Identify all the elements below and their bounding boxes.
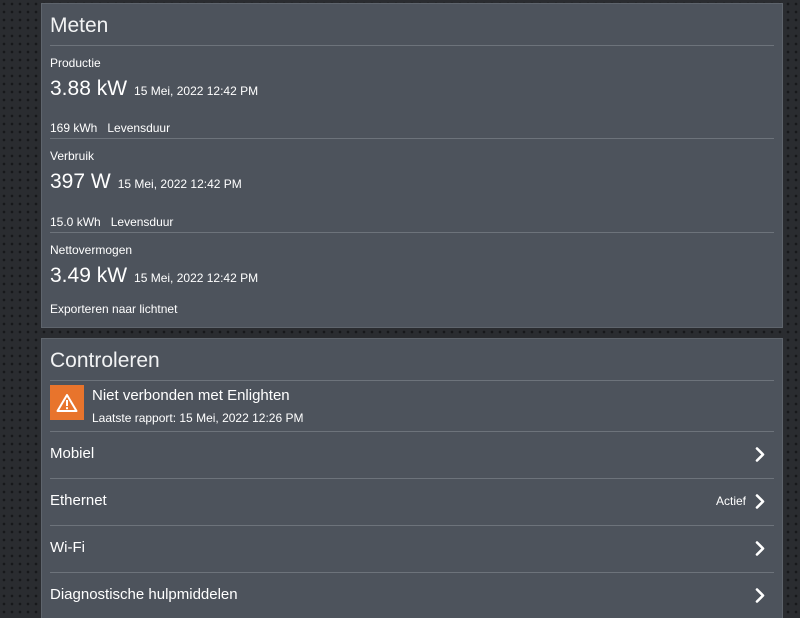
- nav-item-label: Diagnostische hulpmiddelen: [50, 586, 238, 603]
- verbruik-lifetime: 15.0 kWh Levensduur: [50, 215, 173, 229]
- nav-item-mobiel[interactable]: Mobiel: [50, 432, 774, 478]
- nav-item-label: Ethernet: [50, 492, 107, 509]
- divider: [50, 232, 774, 233]
- meten-title: Meten: [50, 14, 109, 37]
- netto-reading: 3.49 kW 15 Mei, 2022 12:42 PM: [50, 264, 258, 288]
- productie-timestamp: 15 Mei, 2022 12:42 PM: [134, 84, 259, 98]
- chevron-right-icon: [755, 541, 765, 556]
- controleren-title: Controleren: [50, 349, 160, 372]
- productie-lifetime-value: 169 kWh: [50, 121, 98, 135]
- verbruik-label: Verbruik: [50, 149, 95, 163]
- productie-value: 3.88 kW: [50, 77, 128, 100]
- netto-timestamp: 15 Mei, 2022 12:42 PM: [134, 271, 259, 285]
- verbruik-lifetime-label: Levensduur: [110, 215, 174, 229]
- nav-item-status: Actief: [715, 494, 746, 508]
- verbruik-value: 397 W: [50, 170, 111, 193]
- nav-item-wifi[interactable]: Wi-Fi: [50, 526, 774, 572]
- verbruik-lifetime-value: 15.0 kWh: [50, 215, 101, 229]
- netto-value: 3.49 kW: [50, 264, 128, 287]
- warning-subtitle: Laatste rapport: 15 Mei, 2022 12:26 PM: [92, 411, 304, 425]
- netto-status: Exporteren naar lichtnet: [50, 302, 178, 316]
- productie-lifetime-label: Levensduur: [107, 121, 171, 135]
- divider: [50, 380, 774, 381]
- verbruik-timestamp: 15 Mei, 2022 12:42 PM: [117, 177, 242, 191]
- nav-item-diagnostische-hulpmiddelen[interactable]: Diagnostische hulpmiddelen: [50, 573, 774, 618]
- divider: [50, 138, 774, 139]
- productie-lifetime: 169 kWh Levensduur: [50, 121, 170, 135]
- nav-item-label: Mobiel: [50, 445, 95, 462]
- productie-label: Productie: [50, 56, 101, 70]
- controleren-panel: Controleren Niet verbonden met Enlighten…: [41, 338, 783, 618]
- netto-label: Nettovermogen: [50, 243, 133, 257]
- nav-item-ethernet[interactable]: Ethernet Actief: [50, 479, 774, 525]
- chevron-right-icon: [755, 588, 765, 603]
- divider: [50, 45, 774, 46]
- warning-triangle-icon: [56, 393, 78, 412]
- nav-item-label: Wi-Fi: [50, 539, 85, 556]
- warning-badge: [50, 385, 84, 420]
- verbruik-reading: 397 W 15 Mei, 2022 12:42 PM: [50, 170, 242, 194]
- warning-title: Niet verbonden met Enlighten: [92, 387, 290, 404]
- chevron-right-icon: [755, 447, 765, 462]
- meten-panel: Meten Productie 3.88 kW 15 Mei, 2022 12:…: [41, 3, 783, 328]
- productie-reading: 3.88 kW 15 Mei, 2022 12:42 PM: [50, 77, 258, 101]
- chevron-right-icon: [755, 494, 765, 509]
